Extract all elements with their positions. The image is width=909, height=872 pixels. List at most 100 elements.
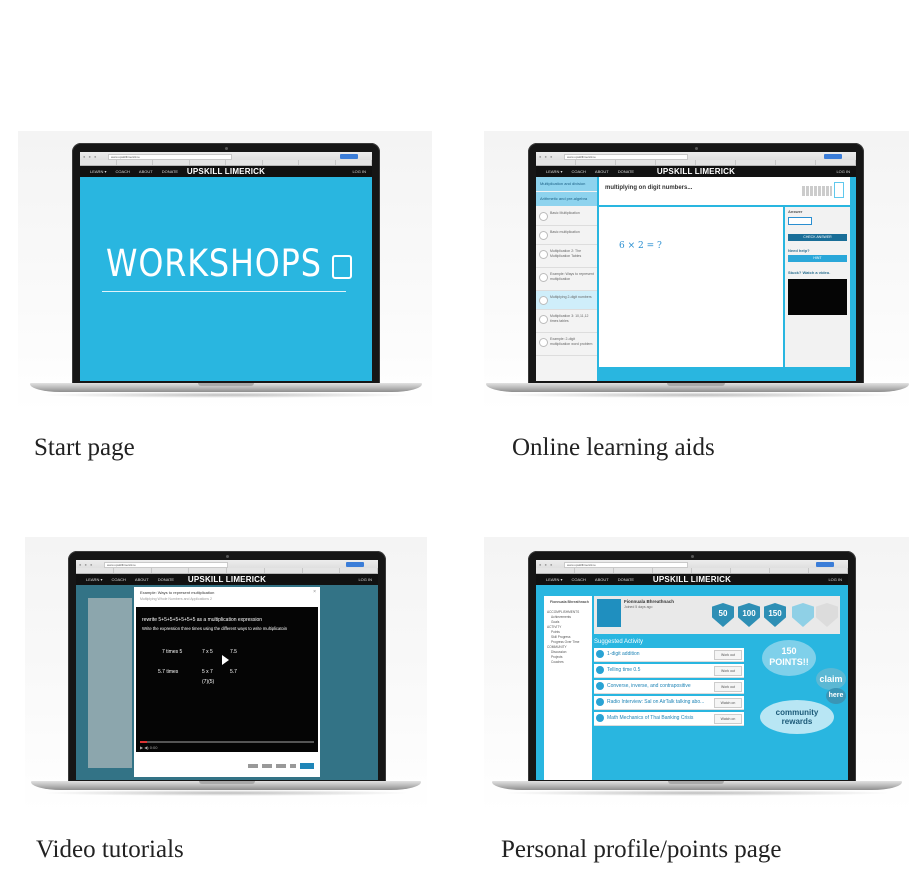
camera xyxy=(225,555,229,558)
menu-item: ACCOMPLISHMENTS xyxy=(547,610,580,614)
exercise-header: multiplying on digit numbers... xyxy=(599,177,850,205)
browser-button[interactable] xyxy=(346,562,364,567)
menu-user-name[interactable]: Fionnuala Bhreathnach xyxy=(550,600,590,604)
video-thumbnail[interactable] xyxy=(788,279,847,315)
activity-row[interactable]: Radio Interview: Sal on AirTalk talking … xyxy=(594,696,744,710)
sidebar-item[interactable]: Example: 2-digit multiplication word pro… xyxy=(536,333,597,356)
sidebar-item[interactable]: Example: Ways to represent multiplicatio… xyxy=(536,268,597,291)
scroll-icon xyxy=(332,255,352,279)
laptop-lid: ● ● ● www.upskilllimerick.ie LEARN ▾ COA… xyxy=(68,551,386,787)
site-brand[interactable]: UPSKILL LIMERICK xyxy=(536,167,856,176)
video-player[interactable]: rewrite 5+5+5+5+5+5+5 as a multiplicatio… xyxy=(136,607,318,752)
badge-100: 100 xyxy=(738,603,760,627)
sidebar-item[interactable]: Basic Multiplication xyxy=(536,207,597,226)
site-brand[interactable]: UPSKILL LIMERICK xyxy=(76,575,378,584)
progress-blocks xyxy=(802,186,832,196)
dimmed-sidebar xyxy=(88,598,132,768)
site-nav: LEARN ▾ COACH ABOUT DONATE UPSKILL LIMER… xyxy=(80,166,372,177)
workshops-title: WORKSHOPS xyxy=(106,242,322,285)
menu-item[interactable]: Progress Over Time xyxy=(551,640,579,644)
activity-button[interactable]: Work out xyxy=(714,666,742,676)
activity-icon xyxy=(596,714,604,722)
laptop-shadow xyxy=(39,790,413,796)
camera xyxy=(224,147,228,150)
caption-learning: Online learning aids xyxy=(512,434,715,461)
nav-login[interactable]: LOG IN xyxy=(358,577,372,582)
nav-login[interactable]: LOG IN xyxy=(352,169,366,174)
bookmarks-bar xyxy=(536,568,848,573)
menu-item[interactable]: Achievements xyxy=(551,615,571,619)
browser-button[interactable] xyxy=(340,154,358,159)
bookmarks-bar xyxy=(536,160,856,165)
claim-bubble[interactable]: claim xyxy=(816,668,846,690)
window-controls-icon[interactable]: ● ● ● xyxy=(539,562,553,567)
camera xyxy=(694,147,698,150)
menu-item[interactable]: Points xyxy=(551,630,560,634)
menu-item[interactable]: Goals xyxy=(551,620,559,624)
menu-item: COMMUNITY xyxy=(547,645,567,649)
video-cell: 5.7 times xyxy=(158,669,179,675)
sidebar-item[interactable]: Basic multiplication xyxy=(536,226,597,245)
activity-button[interactable]: Work out xyxy=(714,682,742,692)
window-controls-icon[interactable]: ● ● ● xyxy=(539,154,553,159)
bookmarks-bar xyxy=(80,160,372,165)
here-bubble[interactable]: here xyxy=(826,688,846,704)
activity-row[interactable]: Telling time 0.5 Work out xyxy=(594,664,744,678)
site-nav: LEARN ▾ COACH ABOUT DONATE UPSKILL LIMER… xyxy=(536,574,848,585)
menu-item[interactable]: Coaches xyxy=(551,660,564,664)
activity-icon xyxy=(596,650,604,658)
badge-empty xyxy=(816,603,838,627)
activity-row[interactable]: Math Mechanics of Thai Banking Crisis Wat… xyxy=(594,712,744,726)
window-controls-icon[interactable]: ● ● ● xyxy=(79,562,93,567)
activity-row[interactable]: Converse, inverse, and contrapositive Wor… xyxy=(594,680,744,694)
progress-circle-icon xyxy=(539,250,548,259)
stuck-label: Stuck? Watch a video. xyxy=(788,270,831,275)
menu-item[interactable]: Projects xyxy=(551,655,563,659)
progress-circle-icon xyxy=(539,296,548,305)
video-modal: Example: Ways to represent multiplicatio… xyxy=(134,587,320,777)
menu-item[interactable]: Discussion xyxy=(551,650,566,654)
answer-label: Answer xyxy=(788,209,803,214)
sidebar-heading-2[interactable]: Arithmetic and pre-algebra xyxy=(536,192,597,206)
share-buttons[interactable] xyxy=(248,764,296,768)
browser-button[interactable] xyxy=(816,562,834,567)
points-bubble: 150 POINTS!! xyxy=(762,640,816,676)
caption-start-page: Start page xyxy=(34,434,135,461)
site-brand[interactable]: UPSKILL LIMERICK xyxy=(536,575,848,584)
play-icon[interactable] xyxy=(222,655,229,665)
activity-row[interactable]: 1-digit addition Work out xyxy=(594,648,744,662)
profile-menu: Fionnuala Bhreathnach ACCOMPLISHMENTS Ac… xyxy=(544,596,592,780)
nav-login[interactable]: LOG IN xyxy=(828,577,842,582)
check-answer-button[interactable]: CHECK ANSWER xyxy=(788,234,847,241)
progress-circle-icon xyxy=(539,338,548,347)
nav-login[interactable]: LOG IN xyxy=(836,169,850,174)
sidebar-item[interactable]: Multiplication 2: The Multiplication Tab… xyxy=(536,245,597,268)
activity-icon xyxy=(596,682,604,690)
profile-card: Fionnuala Bhreathnach Joined 5 days ago … xyxy=(594,596,840,634)
bookmarks-bar xyxy=(76,568,378,573)
sidebar-item[interactable]: Multiplication 3: 10,11,12 times tables xyxy=(536,310,597,333)
hint-button[interactable]: HINT xyxy=(788,255,847,262)
laptop-notch xyxy=(668,781,724,784)
sidebar-heading-1[interactable]: Multiplication and division xyxy=(536,177,597,191)
video-controls: ▶ ◀) 0:00 xyxy=(140,745,158,750)
badge-150: 150 xyxy=(764,603,786,627)
browser-button[interactable] xyxy=(824,154,842,159)
avatar[interactable] xyxy=(597,599,621,627)
laptop-notch xyxy=(199,781,255,784)
progress-circle-icon xyxy=(539,273,548,282)
sidebar-item-active[interactable]: Multiplying 2-digit numbers xyxy=(536,291,597,310)
badge-50: 50 xyxy=(712,603,734,627)
menu-item[interactable]: Skill Progress xyxy=(551,635,571,639)
activity-button[interactable]: Work out xyxy=(714,650,742,660)
answer-input[interactable] xyxy=(788,217,812,225)
caption-video: Video tutorials xyxy=(36,836,184,863)
close-icon[interactable]: × xyxy=(313,589,316,595)
window-controls-icon[interactable]: ● ● ● xyxy=(83,154,97,159)
next-button[interactable] xyxy=(300,763,314,769)
activity-button[interactable]: Watch on xyxy=(714,698,742,708)
activity-button[interactable]: Watch on xyxy=(714,714,742,724)
site-brand[interactable]: UPSKILL LIMERICK xyxy=(80,167,372,176)
video-progress-bar[interactable] xyxy=(140,741,314,743)
screen-start-page: ● ● ● www.upskilllimerick.ie LEARN ▾ COA… xyxy=(80,152,372,381)
